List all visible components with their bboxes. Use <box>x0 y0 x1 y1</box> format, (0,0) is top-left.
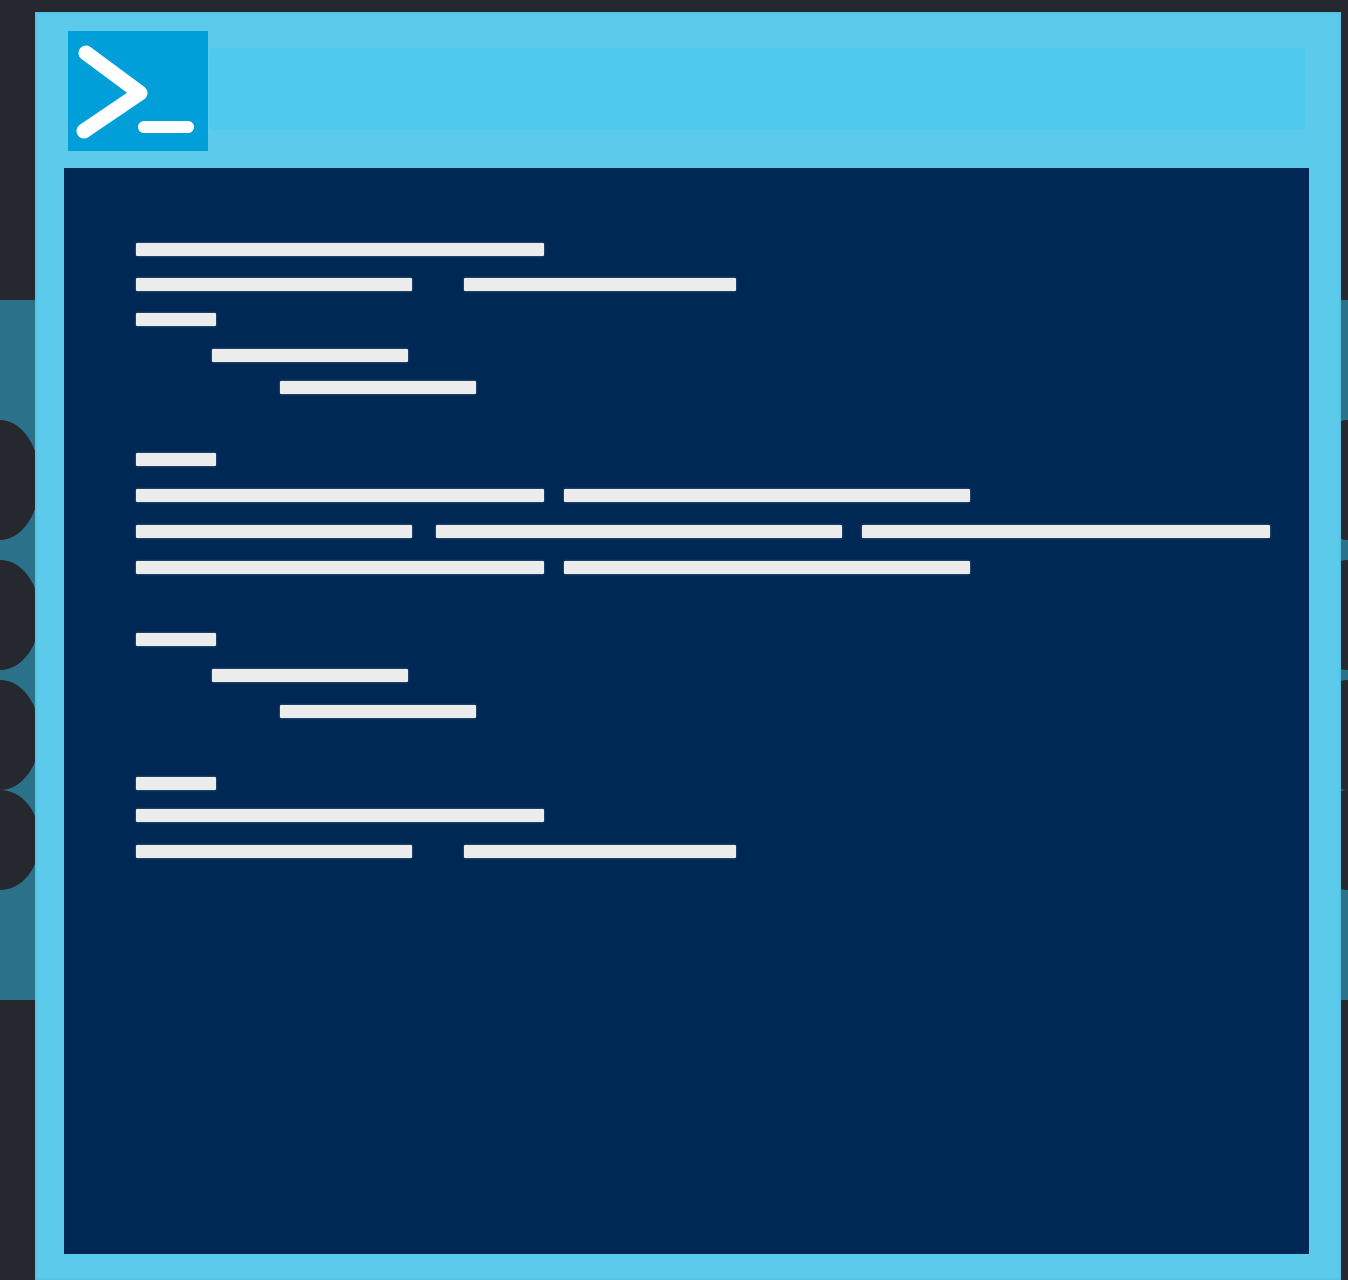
powershell-prompt-icon <box>68 31 208 151</box>
console-line <box>436 525 842 538</box>
console-line <box>136 633 216 646</box>
console-line <box>564 489 970 502</box>
powershell-window[interactable] <box>35 12 1341 1280</box>
console-line <box>136 278 412 291</box>
console-line <box>464 278 736 291</box>
console-line <box>136 845 412 858</box>
console-line <box>136 453 216 466</box>
console-line <box>212 349 408 362</box>
console-line <box>136 243 544 256</box>
title-bar[interactable] <box>35 12 1341 162</box>
console-line <box>136 313 216 326</box>
console-line <box>136 489 544 502</box>
console-line <box>136 561 544 574</box>
console-line <box>212 669 408 682</box>
desktop-background <box>0 0 1348 1280</box>
console-line <box>136 809 544 822</box>
console-line <box>280 381 476 394</box>
console-output[interactable] <box>64 168 1309 1254</box>
console-line <box>136 777 216 790</box>
console-line <box>136 525 412 538</box>
title-area <box>210 48 1305 130</box>
console-line <box>280 705 476 718</box>
console-line <box>862 525 1270 538</box>
console-line <box>464 845 736 858</box>
console-line <box>564 561 970 574</box>
